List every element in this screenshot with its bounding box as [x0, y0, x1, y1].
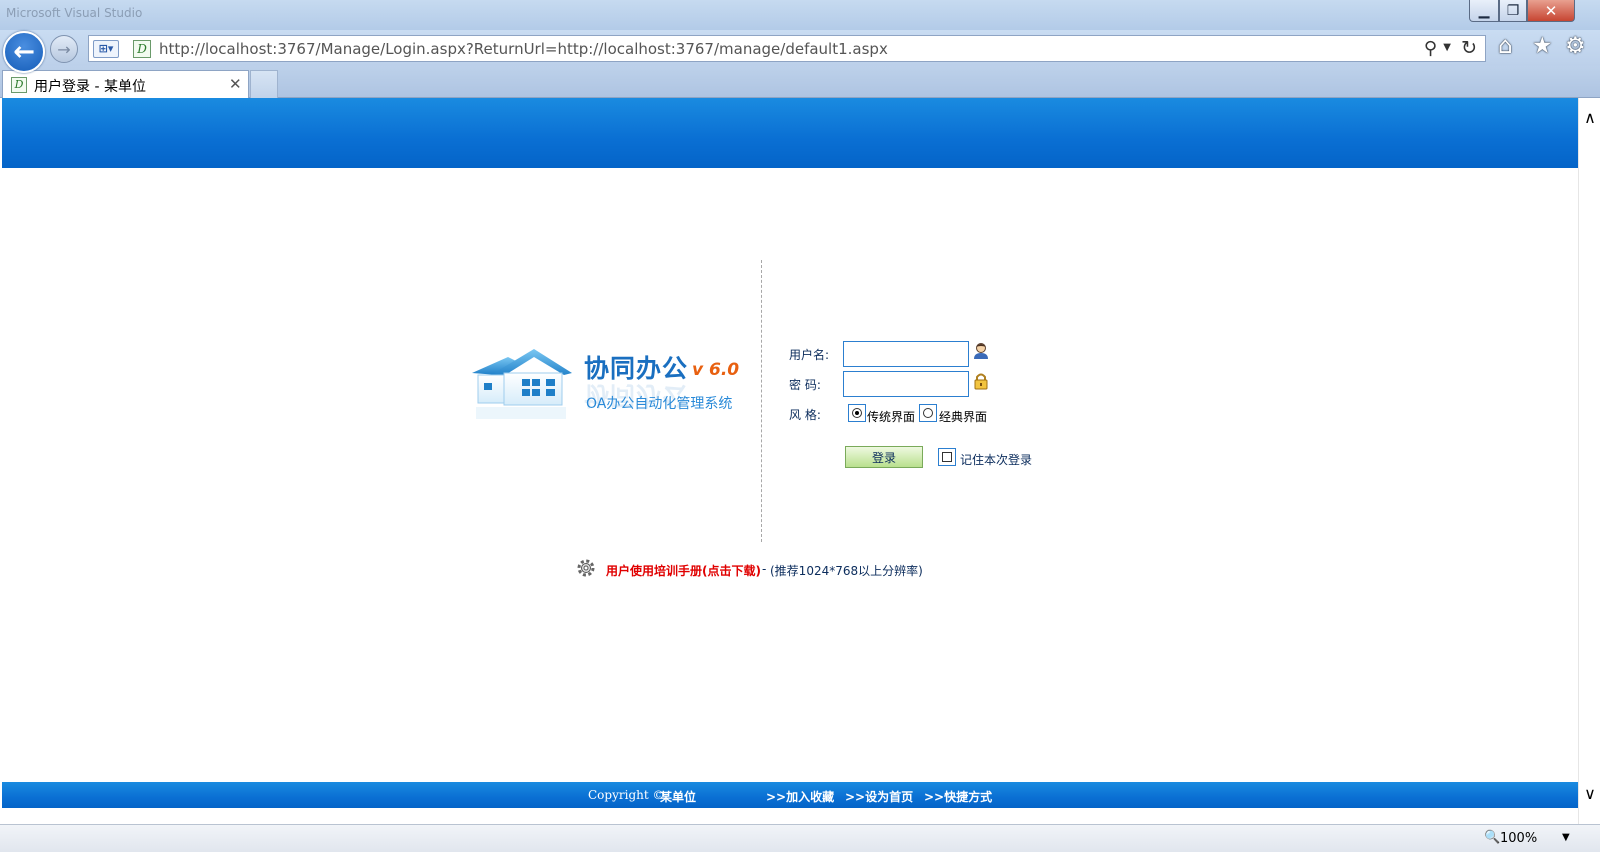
password-input[interactable] — [843, 371, 969, 397]
window-titlebar: Microsoft Visual Studio ▁ ❐ ✕ — [0, 0, 1600, 30]
address-bar[interactable]: ⊞▾ D http://localhost:3767/Manage/Login.… — [88, 35, 1486, 62]
tab-login-page[interactable]: D 用户登录 - 某单位 ✕ — [2, 70, 249, 98]
logo-subtitle: OA办公自动化管理系统 — [586, 396, 733, 412]
forward-arrow-icon: → — [57, 39, 71, 59]
forward-button[interactable]: → — [50, 35, 78, 63]
page-viewport: 协同办公 v 6.0 协同办公 OA办公自动化管理系统 用户名: 密 码: 风 … — [2, 98, 1578, 824]
refresh-icon[interactable]: ↻ — [1461, 37, 1477, 59]
set-homepage-link[interactable]: >>设为首页 — [845, 788, 913, 805]
page-footer: Copyright © 某单位 >>加入收藏 >>设为首页 >>快捷方式 — [2, 782, 1578, 808]
remember-login-checkbox[interactable] — [938, 448, 956, 466]
style-radio-classic[interactable] — [919, 404, 937, 422]
add-favorite-link[interactable]: >>加入收藏 — [766, 788, 834, 805]
close-window-button[interactable]: ✕ — [1527, 0, 1575, 22]
back-button[interactable]: ← — [3, 31, 45, 73]
checkbox-square-icon — [942, 452, 952, 462]
tab-title: 用户登录 - 某单位 — [34, 79, 146, 95]
address-dropdown-icon[interactable]: ▼ — [1443, 42, 1451, 53]
copyright-organization: 某单位 — [660, 790, 697, 804]
copyright-text: Copyright © — [588, 788, 665, 802]
settings-gear-icon — [577, 559, 595, 577]
product-logo: 协同办公 v 6.0 协同办公 OA办公自动化管理系统 — [468, 343, 744, 433]
tab-bar: D 用户登录 - 某单位 ✕ — [0, 66, 1600, 98]
style-radio-traditional-label[interactable]: 传统界面 — [867, 408, 915, 425]
vertical-divider — [761, 260, 762, 542]
page-header-band — [2, 98, 1578, 168]
search-icon[interactable]: ⚲ — [1424, 38, 1437, 59]
tools-gear-icon[interactable]: ⚙ — [1565, 33, 1586, 59]
manual-download-link[interactable]: 用户使用培训手册(点击下载) — [606, 562, 761, 579]
minimize-button[interactable]: ▁ — [1469, 0, 1499, 22]
style-radio-classic-label[interactable]: 经典界面 — [939, 408, 987, 425]
username-label: 用户名: — [789, 348, 830, 362]
manual-separator: - — [762, 562, 767, 576]
vertical-scrollbar[interactable]: ∧ ∨ — [1578, 98, 1600, 824]
site-favicon-icon: D — [133, 40, 151, 58]
close-icon: ✕ — [1544, 1, 1558, 20]
restore-icon: ❐ — [1506, 2, 1520, 19]
login-button[interactable]: 登录 — [845, 446, 923, 468]
remember-login-label[interactable]: 记住本次登录 — [960, 451, 1032, 468]
status-bar: 🔍 100% ▼ — [0, 824, 1600, 852]
zoom-level[interactable]: 100% — [1500, 831, 1537, 846]
lock-icon — [974, 373, 988, 390]
style-label: 风 格: — [789, 408, 821, 422]
username-input[interactable] — [843, 341, 969, 367]
back-arrow-icon: ← — [13, 37, 35, 67]
scroll-down-arrow-icon[interactable]: ∨ — [1579, 784, 1600, 804]
tab-favicon-icon: D — [11, 77, 27, 93]
zoom-magnifier-icon[interactable]: 🔍 — [1484, 830, 1500, 845]
style-radio-traditional[interactable] — [848, 404, 866, 422]
user-icon — [974, 343, 988, 359]
radio-circle-icon — [923, 408, 933, 418]
logo-version: v 6.0 — [692, 360, 740, 380]
window-title: Microsoft Visual Studio — [6, 6, 143, 20]
compatibility-view-icon[interactable]: ⊞▾ — [93, 40, 119, 58]
scroll-up-arrow-icon[interactable]: ∧ — [1579, 108, 1600, 128]
maximize-button[interactable]: ❐ — [1499, 0, 1527, 22]
new-tab-button[interactable] — [250, 70, 278, 98]
radio-dot-icon — [852, 408, 862, 418]
shortcut-link[interactable]: >>快捷方式 — [924, 788, 992, 805]
navigation-bar: ← → ⊞▾ D http://localhost:3767/Manage/Lo… — [0, 30, 1600, 73]
password-label: 密 码: — [789, 378, 821, 392]
home-icon[interactable]: ⌂ — [1498, 33, 1513, 59]
tab-close-icon[interactable]: ✕ — [229, 75, 242, 93]
url-text[interactable]: http://localhost:3767/Manage/Login.aspx?… — [159, 40, 888, 58]
zoom-dropdown-icon[interactable]: ▼ — [1562, 832, 1570, 843]
minimize-icon: ▁ — [1478, 2, 1490, 19]
favorites-star-icon[interactable]: ★ — [1532, 33, 1553, 59]
house-logo-icon — [472, 349, 572, 419]
resolution-hint: (推荐1024*768以上分辨率) — [770, 564, 923, 578]
